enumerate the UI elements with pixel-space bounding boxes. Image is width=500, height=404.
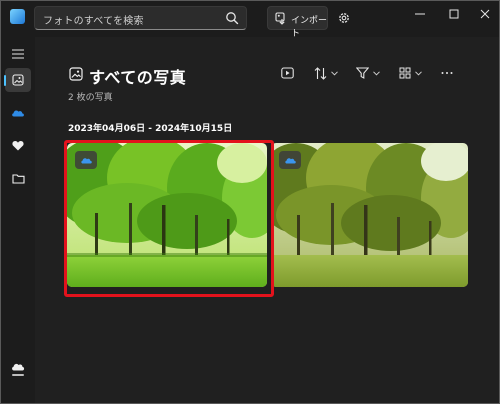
forest-photo bbox=[67, 143, 267, 287]
sidebar-item-favorites[interactable] bbox=[5, 133, 31, 157]
sidebar bbox=[1, 37, 35, 403]
grid-view-icon bbox=[399, 67, 411, 79]
slideshow-button[interactable] bbox=[281, 66, 294, 80]
photo-thumbnail-1[interactable] bbox=[67, 143, 267, 287]
search-placeholder: フォトのすべてを検索 bbox=[43, 16, 144, 27]
maximize-icon bbox=[449, 9, 459, 19]
cloud-sync-badge bbox=[75, 151, 97, 169]
import-label: インポート bbox=[291, 16, 328, 39]
photos-app-icon bbox=[10, 9, 25, 24]
gallery-icon bbox=[69, 67, 83, 81]
cloud-sync-badge bbox=[279, 151, 301, 169]
heart-icon bbox=[12, 140, 24, 150]
minimize-icon bbox=[415, 13, 425, 15]
main-content: すべての写真 2 枚の写真 2023年04月06日 - 2024年10月15日 bbox=[35, 37, 499, 403]
chevron-down-icon bbox=[331, 70, 338, 76]
photos-app-window: フォトのすべてを検索 インポート すべての写真 2 枚の写真 2023年04月0… bbox=[0, 0, 500, 404]
filter-button[interactable] bbox=[356, 66, 380, 80]
onedrive-icon bbox=[12, 110, 24, 116]
minimize-button[interactable] bbox=[408, 5, 432, 23]
import-button[interactable]: インポート bbox=[267, 6, 328, 39]
gear-icon[interactable] bbox=[337, 11, 351, 25]
search-input[interactable]: フォトのすべてを検索 bbox=[34, 6, 247, 30]
view-options-button[interactable] bbox=[399, 66, 422, 80]
more-options-button[interactable] bbox=[441, 66, 453, 80]
search-icon[interactable] bbox=[225, 11, 239, 25]
more-icon bbox=[441, 72, 453, 74]
folder-icon bbox=[11, 173, 25, 184]
sort-button[interactable] bbox=[314, 66, 338, 80]
import-icon bbox=[275, 12, 285, 25]
chevron-down-icon bbox=[415, 70, 422, 76]
gallery-icon bbox=[12, 74, 24, 86]
cloud-icon bbox=[12, 363, 25, 371]
hamburger-menu-button[interactable] bbox=[5, 42, 31, 66]
sort-icon bbox=[314, 66, 327, 80]
chevron-down-icon bbox=[373, 70, 380, 76]
storage-progress-bar bbox=[12, 374, 24, 376]
sidebar-item-onedrive[interactable] bbox=[5, 100, 31, 124]
active-indicator bbox=[4, 75, 6, 86]
hamburger-icon bbox=[12, 49, 24, 59]
close-icon bbox=[480, 9, 490, 19]
onedrive-icon bbox=[284, 158, 296, 164]
page-title: すべての写真 bbox=[89, 68, 187, 87]
photo-count: 2 枚の写真 bbox=[68, 93, 113, 103]
title-bar: フォトのすべてを検索 インポート bbox=[1, 1, 499, 39]
date-range-header: 2023年04月06日 - 2024年10月15日 bbox=[68, 124, 233, 134]
filter-icon bbox=[356, 67, 369, 79]
close-button[interactable] bbox=[473, 5, 497, 23]
sidebar-item-all-photos[interactable] bbox=[5, 68, 31, 92]
maximize-button[interactable] bbox=[442, 5, 466, 23]
slideshow-icon bbox=[281, 67, 294, 79]
sidebar-item-folders[interactable] bbox=[5, 166, 31, 190]
onedrive-icon bbox=[80, 158, 92, 164]
photo-thumbnail-2[interactable] bbox=[271, 143, 468, 287]
